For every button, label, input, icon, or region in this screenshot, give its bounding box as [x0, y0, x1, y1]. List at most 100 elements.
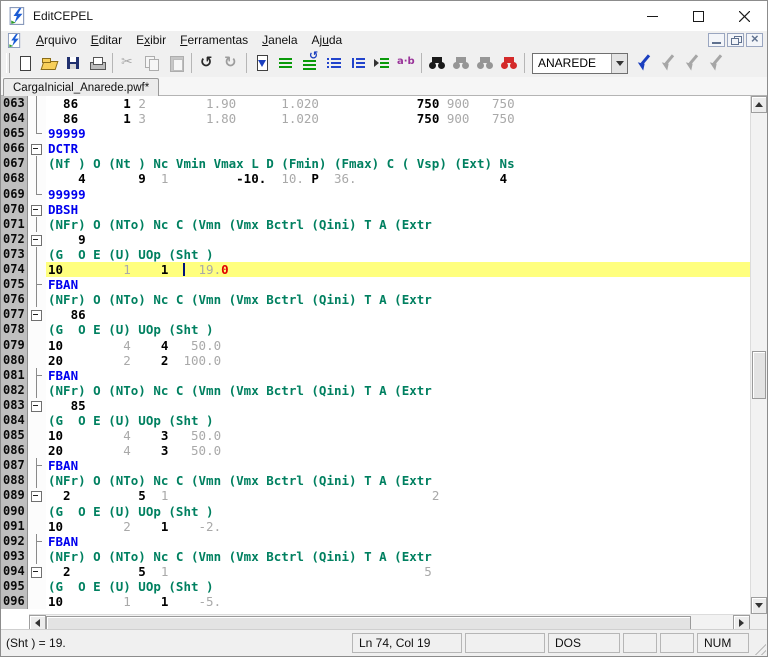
editor-line-text[interactable]: 10 1 1 19.0	[46, 262, 750, 277]
horizontal-scroll-thumb[interactable]	[46, 616, 691, 630]
insert-line-button[interactable]	[370, 51, 394, 75]
maximize-button[interactable]	[675, 1, 721, 31]
editor-line-text[interactable]: FBAN	[46, 277, 750, 292]
editor-line-text[interactable]: FBAN	[46, 458, 750, 473]
pen-tool-1-button[interactable]	[656, 51, 680, 75]
vertical-scroll-thumb[interactable]	[752, 351, 766, 399]
pen-tool-2-button[interactable]	[680, 51, 704, 75]
vertical-scrollbar[interactable]	[750, 96, 767, 614]
find-button[interactable]	[425, 51, 449, 75]
menu-exibir[interactable]: Exibir	[129, 31, 173, 49]
new-file-button[interactable]	[13, 51, 37, 75]
editor-line-text[interactable]: FBAN	[46, 368, 750, 383]
undo-button[interactable]	[195, 51, 219, 75]
editor-line-text[interactable]: 86 1 2 1.90 1.020 750 900 750	[46, 96, 750, 111]
editor-line-text[interactable]: 2 5 1 2	[46, 488, 750, 503]
field-list-button[interactable]	[322, 51, 346, 75]
editor-line-text[interactable]: 10 2 1 -2.	[46, 519, 750, 534]
fold-toggle-icon[interactable]	[28, 488, 46, 503]
minimize-button[interactable]	[629, 1, 675, 31]
file-format-select[interactable]: ANAREDE	[532, 53, 628, 74]
editor-line-text[interactable]: 99999	[46, 126, 750, 141]
editor-line-text[interactable]: 10 1 1 -5.	[46, 594, 750, 609]
save-file-button[interactable]	[61, 51, 85, 75]
editor-line-text[interactable]: 20 4 3 50.0	[46, 443, 750, 458]
close-button[interactable]	[721, 1, 767, 31]
editor-line: 09610 1 1 -5.	[1, 594, 750, 609]
print-button[interactable]	[85, 51, 109, 75]
fold-toggle-icon[interactable]	[28, 232, 46, 247]
align-fields-button[interactable]	[274, 51, 298, 75]
editor-line-text[interactable]: (Nf ) O (Nt ) Nc Vmin Vmax L D (Fmin) (F…	[46, 156, 750, 171]
scroll-up-button[interactable]	[751, 96, 767, 113]
status-panel-2	[465, 633, 545, 653]
editor-line-text[interactable]: (G O E (U) UOp (Sht )	[46, 247, 750, 262]
line-number: 079	[1, 338, 28, 353]
editor-line-text[interactable]: (NFr) O (NTo) Nc C (Vmn (Vmx Bctrl (Qini…	[46, 217, 750, 232]
resize-grip[interactable]	[752, 641, 766, 655]
fold-marker	[28, 217, 46, 232]
copy-button[interactable]	[140, 51, 164, 75]
editor-line-text[interactable]: 10 4 4 50.0	[46, 338, 750, 353]
word-toggle-button[interactable]	[394, 51, 418, 75]
revert-line-button[interactable]	[298, 51, 322, 75]
redo-icon	[222, 54, 240, 72]
editor-line: 072 9	[1, 232, 750, 247]
editor-line-text[interactable]: (G O E (U) UOp (Sht )	[46, 579, 750, 594]
toolbar-grip[interactable]	[6, 53, 10, 73]
editor-line-text[interactable]: 4 9 1 -10. 10. P 36. 4	[46, 171, 750, 186]
editor-line: 075FBAN	[1, 277, 750, 292]
editor-line-text[interactable]: (NFr) O (NTo) Nc C (Vmn (Vmx Bctrl (Qini…	[46, 383, 750, 398]
editor-line-text[interactable]: DCTR	[46, 141, 750, 156]
fold-marker	[28, 156, 46, 171]
editor-line-text[interactable]: 86 1 3 1.80 1.020 750 900 750	[46, 111, 750, 126]
tab-cargainicial-anarede[interactable]: CargaInicial_Anarede.pwf*	[3, 78, 159, 96]
document-icon[interactable]	[7, 33, 23, 48]
pen-validate-button[interactable]	[632, 51, 656, 75]
editor-line-text[interactable]: (G O E (U) UOp (Sht )	[46, 322, 750, 337]
redo-button[interactable]	[219, 51, 243, 75]
cut-button[interactable]	[116, 51, 140, 75]
mdi-close-button[interactable]	[746, 33, 763, 47]
editor-line-text[interactable]: 85	[46, 398, 750, 413]
editor-line-text[interactable]: 86	[46, 307, 750, 322]
editor-line-text[interactable]: DBSH	[46, 202, 750, 217]
editor-line-text[interactable]: FBAN	[46, 534, 750, 549]
editor-line-text[interactable]: 10 4 3 50.0	[46, 428, 750, 443]
fold-toggle-icon[interactable]	[28, 202, 46, 217]
mdi-minimize-button[interactable]	[708, 33, 725, 47]
mdi-restore-button[interactable]	[727, 33, 744, 47]
combo-dropdown-button[interactable]	[611, 54, 627, 73]
field-ruler-button[interactable]	[346, 51, 370, 75]
scroll-down-button[interactable]	[751, 597, 767, 614]
menu-janela[interactable]: Janela	[255, 31, 304, 49]
open-file-button[interactable]	[37, 51, 61, 75]
editor-line-text[interactable]: 20 2 2 100.0	[46, 353, 750, 368]
editor-line-text[interactable]: (G O E (U) UOp (Sht )	[46, 413, 750, 428]
editor-line-text[interactable]: 2 5 1 5	[46, 564, 750, 579]
binoc-icon	[452, 54, 470, 72]
goto-line-button[interactable]	[250, 51, 274, 75]
editor-line-text[interactable]: (NFr) O (NTo) Nc C (Vmn (Vmx Bctrl (Qini…	[46, 473, 750, 488]
fold-toggle-icon[interactable]	[28, 398, 46, 413]
menu-editar[interactable]: Editar	[84, 31, 129, 49]
find-previous-button[interactable]	[449, 51, 473, 75]
editor-line-text[interactable]: (NFr) O (NTo) Nc C (Vmn (Vmx Bctrl (Qini…	[46, 549, 750, 564]
editor-lines: 063 86 1 2 1.90 1.020 750 900 750064 86 …	[1, 96, 750, 614]
find-next-button[interactable]	[473, 51, 497, 75]
find-marked-button[interactable]	[497, 51, 521, 75]
menu-arquivo[interactable]: Arquivo	[29, 31, 84, 49]
line-number: 066	[1, 141, 28, 156]
pen-tool-3-button[interactable]	[704, 51, 728, 75]
editor-line-text[interactable]: (G O E (U) UOp (Sht )	[46, 504, 750, 519]
editor-line-text[interactable]: (NFr) O (NTo) Nc C (Vmn (Vmx Bctrl (Qini…	[46, 292, 750, 307]
paste-button[interactable]	[164, 51, 188, 75]
menu-ajuda[interactable]: Ajuda	[305, 31, 350, 49]
fold-toggle-icon[interactable]	[28, 307, 46, 322]
pen-icon	[683, 54, 701, 72]
menu-ferramentas[interactable]: Ferramentas	[173, 31, 255, 49]
editor-line-text[interactable]: 99999	[46, 187, 750, 202]
fold-toggle-icon[interactable]	[28, 564, 46, 579]
editor-line-text[interactable]: 9	[46, 232, 750, 247]
fold-toggle-icon[interactable]	[28, 141, 46, 156]
